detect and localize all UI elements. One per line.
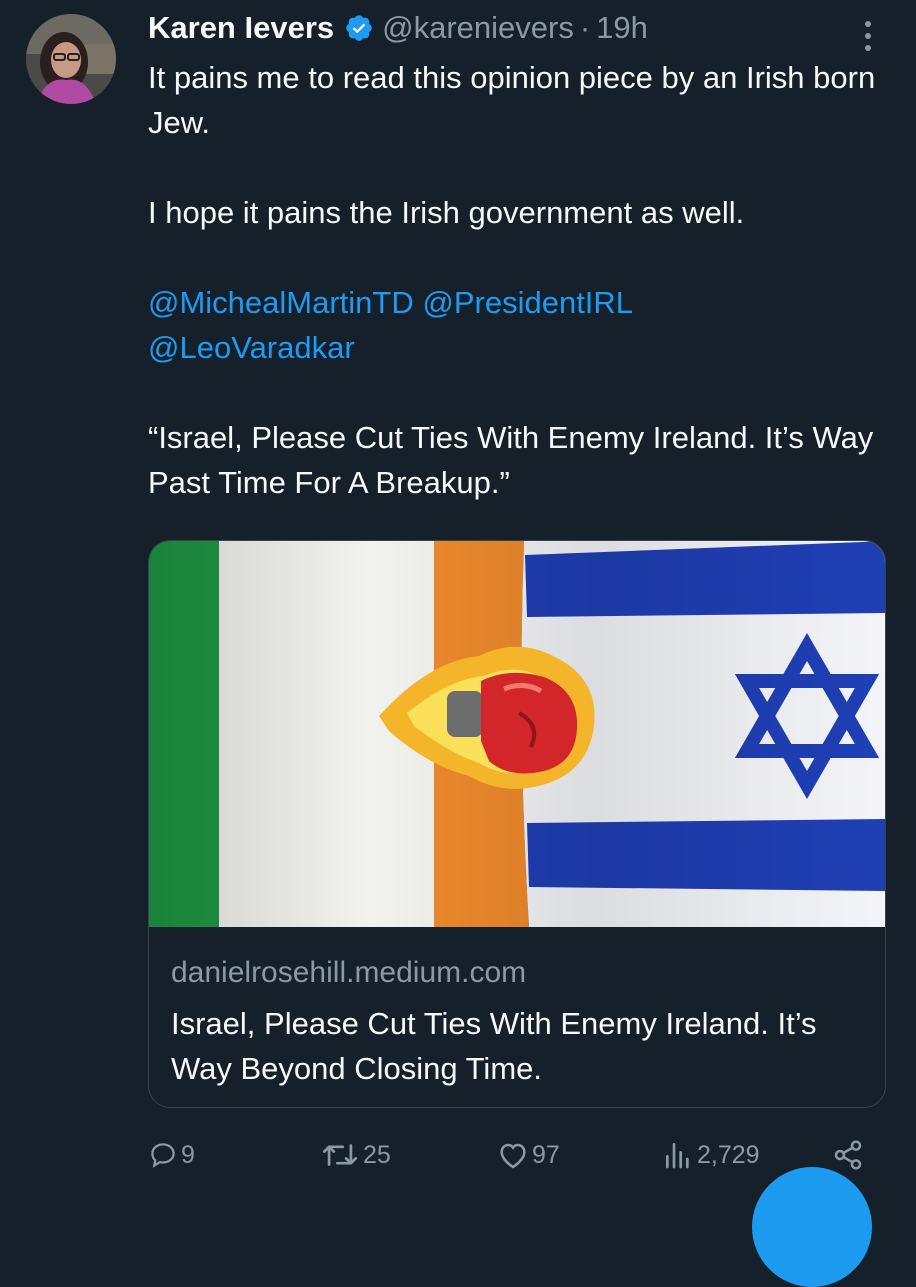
reply-count: 9 [181,1140,195,1169]
author-name[interactable]: Karen Ievers [148,8,334,48]
tweet-paragraph: I hope it pains the Irish government as … [148,195,745,230]
link-card[interactable]: danielrosehill.medium.com Israel, Please… [148,540,886,1108]
views-button[interactable]: 2,729 [662,1135,760,1175]
repost-count: 25 [363,1140,391,1169]
like-icon [500,1143,526,1169]
mention-link[interactable]: @PresidentIRL [422,285,633,320]
tweet-quote: “Israel, Please Cut Ties With Enemy Irel… [148,420,874,500]
more-icon[interactable] [858,18,878,54]
tweet-header: Karen Ievers @karenievers · 19h [148,8,648,48]
share-button[interactable] [832,1135,864,1175]
like-count: 97 [532,1140,560,1169]
avatar[interactable] [26,14,116,104]
mentions-line: @MichealMartinTD @PresidentIRL @LeoVarad… [148,280,888,370]
share-icon [834,1140,862,1170]
card-title: Israel, Please Cut Ties With Enemy Irela… [171,1006,817,1086]
reply-button[interactable]: 9 [148,1135,195,1175]
repost-icon [322,1144,358,1166]
card-image [149,541,885,927]
views-count: 2,729 [697,1140,760,1169]
action-bar: 9 25 97 2,729 [0,1135,916,1175]
mention-link[interactable]: @LeoVaradkar [148,330,355,365]
author-handle[interactable]: @karenievers [382,8,574,48]
verified-badge-icon [346,15,372,41]
repost-button[interactable]: 25 [320,1135,391,1175]
card-domain: danielrosehill.medium.com [171,956,527,989]
compose-button[interactable] [752,1167,872,1287]
mention-link[interactable]: @MichealMartinTD [148,285,414,320]
tweet-paragraph: It pains me to read this opinion piece b… [148,60,876,140]
separator-dot: · [579,10,591,45]
tweet-text: It pains me to read this opinion piece b… [148,55,888,505]
avatar-image [26,14,116,104]
views-icon [666,1143,689,1169]
reply-icon [151,1143,175,1168]
like-button[interactable]: 97 [497,1135,560,1175]
timestamp[interactable]: 19h [596,8,648,48]
